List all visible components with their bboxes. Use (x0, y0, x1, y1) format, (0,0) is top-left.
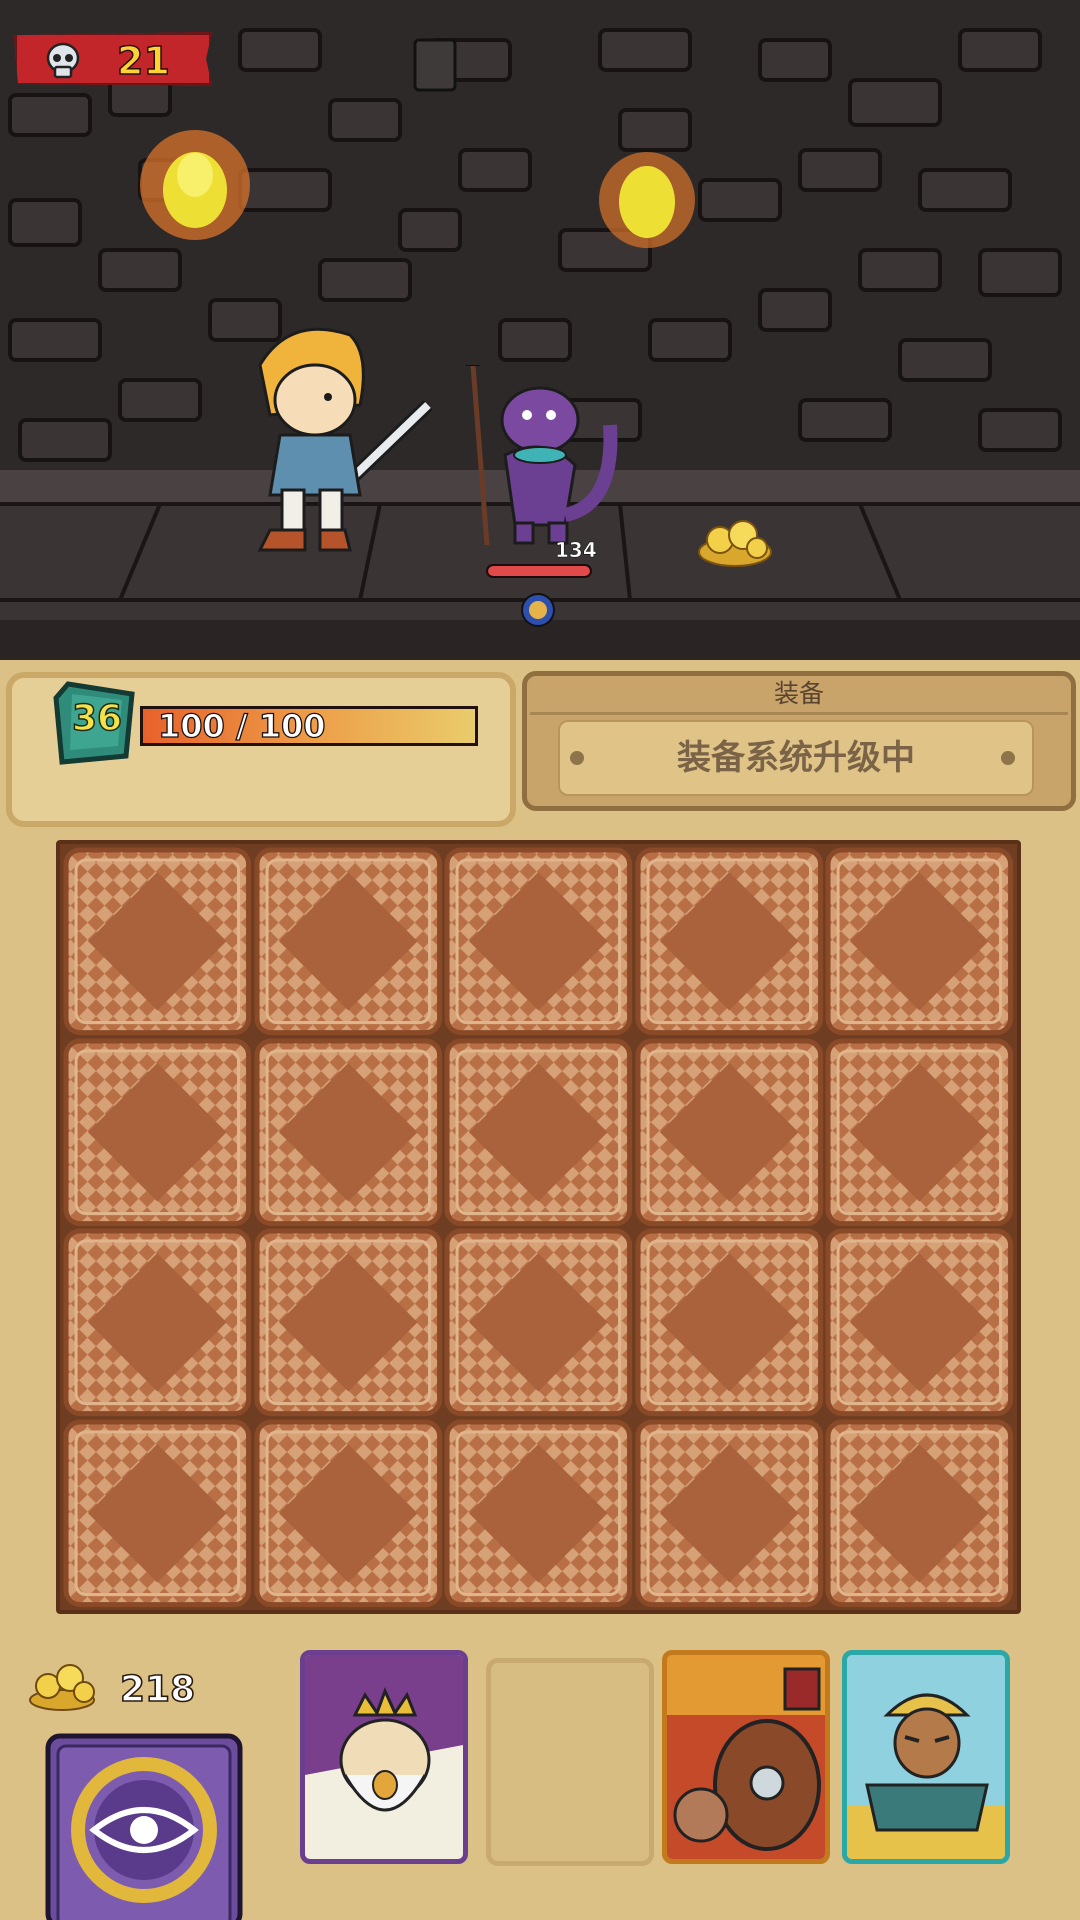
enemy-hp-fill (488, 566, 590, 576)
inventory-slot[interactable] (443, 846, 634, 1037)
gold-coins-icon (29, 1664, 95, 1711)
skull-icon (46, 42, 80, 79)
player-level: 36 (71, 697, 123, 740)
scarecrow-card-art (847, 1655, 1005, 1859)
scarecrow-card[interactable] (842, 1650, 1010, 1864)
enemy-hp-bar (486, 564, 592, 578)
empty-card-slot[interactable] (486, 1658, 654, 1866)
gold-drop-icon[interactable] (695, 510, 775, 570)
king-card[interactable] (300, 1650, 468, 1864)
torch-flame-left (140, 130, 250, 240)
inventory-slot[interactable] (634, 846, 825, 1037)
inventory-slot[interactable] (253, 846, 444, 1037)
inventory-slot[interactable] (253, 1227, 444, 1418)
eye-card-deck-icon[interactable] (44, 1730, 244, 1920)
inventory-slot[interactable] (824, 846, 1015, 1037)
battle-scene: 21 134 (0, 0, 1080, 670)
king-card-art (305, 1655, 463, 1859)
inventory-slot[interactable] (62, 1227, 253, 1418)
gear-buff-icon (521, 593, 555, 627)
inventory-slot[interactable] (634, 1227, 825, 1418)
inventory-slot[interactable] (443, 1037, 634, 1228)
inventory-slot[interactable] (62, 1037, 253, 1228)
inventory-grid (62, 846, 1015, 1608)
inventory-slot[interactable] (634, 1418, 825, 1609)
inventory-slot[interactable] (443, 1418, 634, 1609)
inventory-slot[interactable] (62, 1418, 253, 1609)
equipment-title: 装备 (773, 679, 824, 708)
inventory-slot[interactable] (253, 1418, 444, 1609)
inventory-slot[interactable] (824, 1418, 1015, 1609)
kill-count: 21 (116, 38, 170, 84)
equipment-divider (530, 712, 1068, 715)
equipment-status: 装备系统升级中 (677, 738, 915, 778)
inventory-slot[interactable] (253, 1037, 444, 1228)
inventory-slot[interactable] (62, 846, 253, 1037)
inventory-slot[interactable] (824, 1037, 1015, 1228)
inventory-slot[interactable] (824, 1227, 1015, 1418)
inventory-slot[interactable] (443, 1227, 634, 1418)
hero-swordsman (257, 327, 433, 552)
player-hp-text: 100 / 100 (157, 706, 326, 745)
torch-flame-right (599, 152, 695, 248)
shield-warrior-card-art (667, 1655, 825, 1859)
enemy-lizard-spearman (465, 365, 618, 546)
kill-counter-badge: 21 (14, 32, 212, 86)
gold-count: 218 (119, 1668, 196, 1711)
inventory-slot[interactable] (634, 1037, 825, 1228)
shield-warrior-card[interactable] (662, 1650, 830, 1864)
enemy-hp-value: 134 (555, 538, 597, 563)
